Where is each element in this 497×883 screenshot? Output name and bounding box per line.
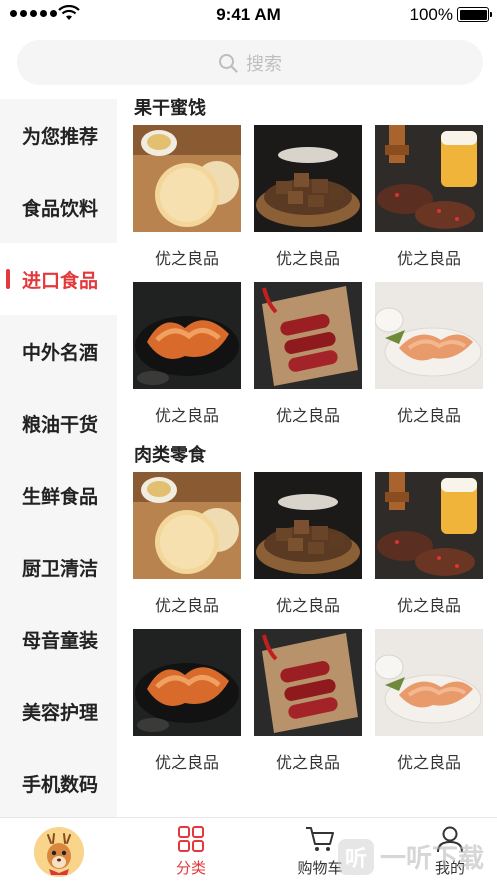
sidebar-item-label: 厨卫清洁 xyxy=(22,558,99,580)
tab-label: 购物车 xyxy=(297,859,343,877)
battery-icon xyxy=(457,7,492,22)
category-sidebar: 为您推荐 食品饮料 进口食品 中外名酒 粮油干货 生鲜食品 厨卫清洁 母音童装 … xyxy=(0,99,117,817)
grid-icon xyxy=(178,825,204,852)
product-name: 优之良品 xyxy=(275,408,340,425)
dried-shreds-photo xyxy=(375,629,483,736)
product-name: 优之良品 xyxy=(396,408,461,425)
product-name: 优之良品 xyxy=(396,251,461,268)
tab-label: 分类 xyxy=(175,859,206,877)
sidebar-item-label: 食品饮料 xyxy=(22,198,99,220)
watermark-text: 一听下载 xyxy=(380,843,485,873)
product-card[interactable]: 优之良品 xyxy=(254,125,362,282)
sidebar-item-food-drink[interactable]: 食品饮料 xyxy=(0,171,117,243)
product-name: 优之良品 xyxy=(275,598,340,615)
dried-shreds-photo xyxy=(375,282,483,389)
product-card[interactable]: 优之良品 xyxy=(375,629,483,786)
sidebar-item-label: 母音童装 xyxy=(22,630,99,652)
watermark-icon: 听 xyxy=(338,838,374,875)
product-card[interactable]: 优之良品 xyxy=(375,125,483,282)
product-name: 优之良品 xyxy=(154,755,219,772)
tab-category[interactable]: 分类 xyxy=(163,818,219,883)
rice-cracker-photo xyxy=(133,125,241,232)
sidebar-item-label: 中外名酒 xyxy=(22,342,99,364)
sidebar-item-label: 美容护理 xyxy=(22,702,99,724)
product-card[interactable]: 优之良品 xyxy=(133,629,241,786)
sidebar-item-kitchen-bath[interactable]: 厨卫清洁 xyxy=(0,531,117,603)
beef-cubes-photo xyxy=(254,472,362,579)
watermark: 听 一听下载 xyxy=(338,838,484,875)
product-card[interactable]: 优之良品 xyxy=(133,282,241,439)
product-name: 优之良品 xyxy=(396,598,461,615)
status-bar: 9:41 AM 100% xyxy=(0,0,497,30)
sidebar-item-grain-oil[interactable]: 粮油干货 xyxy=(0,387,117,459)
deer-avatar-icon[interactable] xyxy=(34,827,84,877)
sidebar-item-label: 进口食品 xyxy=(22,270,99,292)
sidebar-item-digital[interactable]: 手机数码 xyxy=(0,747,117,819)
search-placeholder: 搜索 xyxy=(246,53,282,74)
sidebar-item-imported-food[interactable]: 进口食品 xyxy=(0,243,117,315)
jerky-beer-photo xyxy=(375,125,483,232)
product-content: 果干蜜饯 优之良品 优之良品 优之良品 优之良品 优之良品 优之良品 肉类零食 … xyxy=(117,92,497,817)
sidebar-item-label: 粮油干货 xyxy=(22,414,99,436)
product-card[interactable]: 优之良品 xyxy=(254,472,362,629)
sidebar-item-label: 为您推荐 xyxy=(22,126,99,148)
sidebar-item-recommend[interactable]: 为您推荐 xyxy=(0,99,117,171)
product-name: 优之良品 xyxy=(275,755,340,772)
product-card[interactable]: 优之良品 xyxy=(254,629,362,786)
search-icon xyxy=(219,53,238,73)
section-title: 肉类零食 xyxy=(134,445,206,465)
sidebar-item-label: 手机数码 xyxy=(22,774,99,796)
sidebar-item-fresh-food[interactable]: 生鲜食品 xyxy=(0,459,117,531)
sidebar-item-label: 生鲜食品 xyxy=(22,486,99,508)
product-name: 优之良品 xyxy=(154,408,219,425)
jerky-beer-photo xyxy=(375,472,483,579)
product-name: 优之良品 xyxy=(275,251,340,268)
product-name: 优之良品 xyxy=(154,251,219,268)
cart-icon xyxy=(306,826,334,851)
product-name: 优之良品 xyxy=(396,755,461,772)
spicy-strips-photo xyxy=(133,629,241,736)
product-card[interactable]: 优之良品 xyxy=(375,472,483,629)
product-name: 优之良品 xyxy=(154,598,219,615)
product-card[interactable]: 优之良品 xyxy=(375,282,483,439)
sausage-photo xyxy=(254,282,362,389)
battery-percent: 100% xyxy=(409,5,453,24)
product-grid: 优之良品 优之良品 优之良品 优之良品 优之良品 优之良品 xyxy=(117,472,497,786)
product-card[interactable]: 优之良品 xyxy=(254,282,362,439)
product-card[interactable]: 优之良品 xyxy=(133,125,241,282)
product-card[interactable]: 优之良品 xyxy=(133,472,241,629)
product-grid: 优之良品 优之良品 优之良品 优之良品 优之良品 优之良品 xyxy=(117,125,497,439)
section-title: 果干蜜饯 xyxy=(134,98,206,118)
sausage-photo xyxy=(254,629,362,736)
rice-cracker-photo xyxy=(133,472,241,579)
beef-cubes-photo xyxy=(254,125,362,232)
spicy-strips-photo xyxy=(133,282,241,389)
search-input[interactable]: 搜索 xyxy=(17,40,483,85)
sidebar-item-beauty[interactable]: 美容护理 xyxy=(0,675,117,747)
sidebar-item-liquor[interactable]: 中外名酒 xyxy=(0,315,117,387)
sidebar-item-baby-clothing[interactable]: 母音童装 xyxy=(0,603,117,675)
